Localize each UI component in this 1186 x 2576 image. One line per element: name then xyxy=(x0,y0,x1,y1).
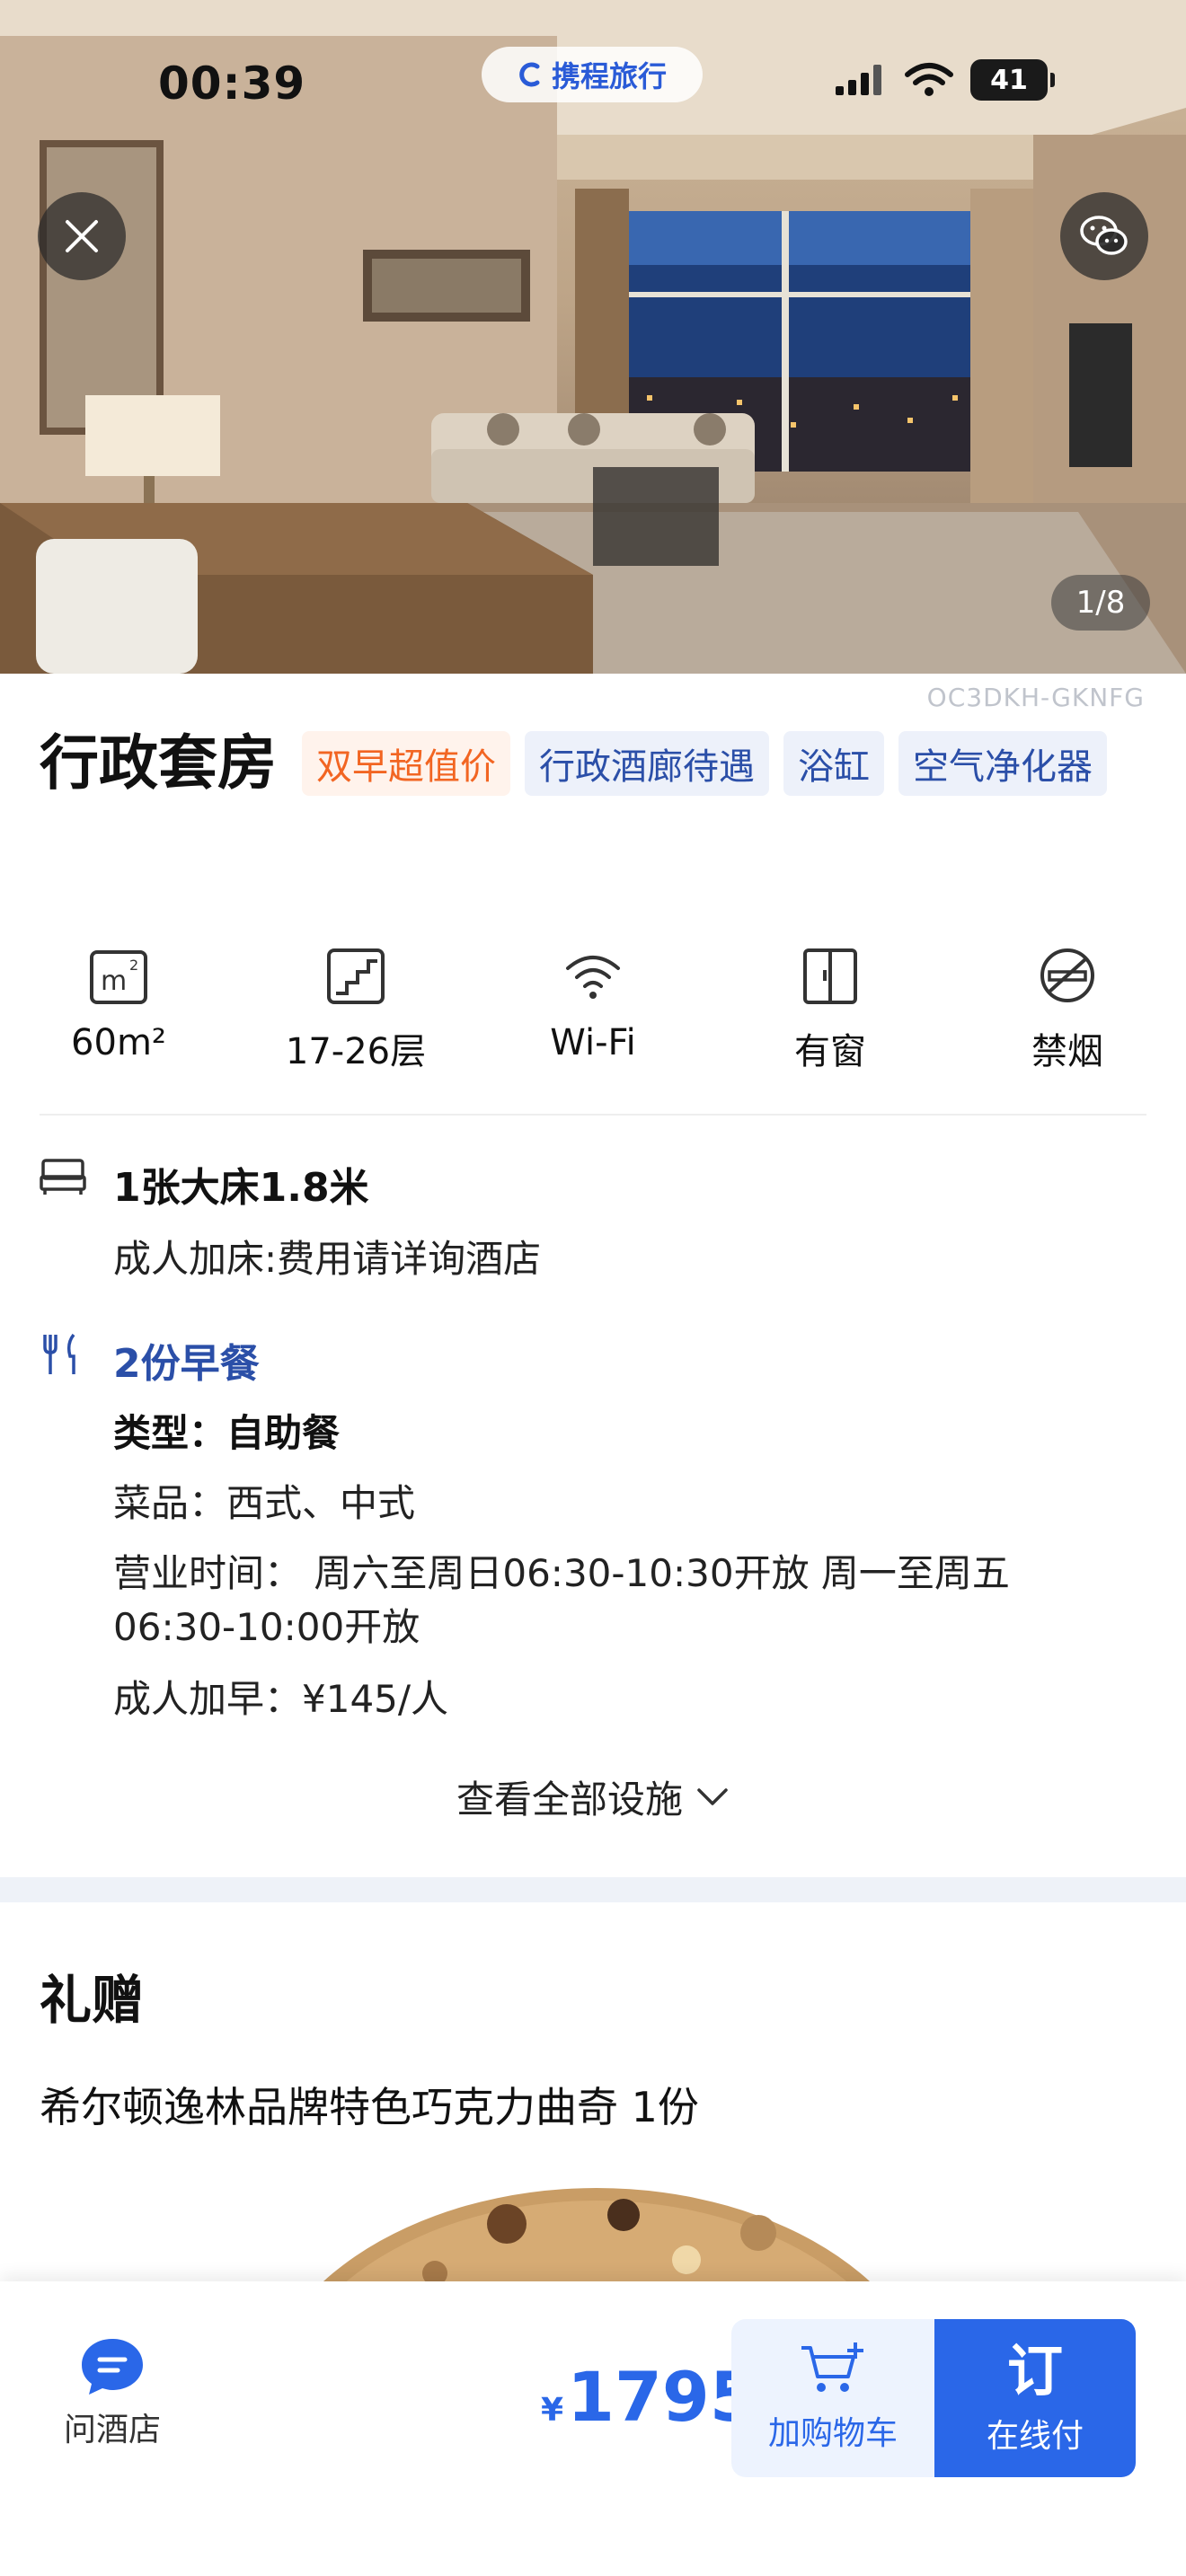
cookie-image xyxy=(308,2188,885,2296)
cutlery-icon xyxy=(43,1333,75,1374)
brand-name: 携程旅行 xyxy=(551,59,667,93)
amenity-no-smoking: 禁烟 xyxy=(949,943,1186,1074)
photo-counter: 1/8 xyxy=(1051,575,1150,631)
close-button[interactable] xyxy=(38,192,126,280)
amenity-wifi-label: Wi-Fi xyxy=(550,1022,636,1063)
svg-text:2: 2 xyxy=(129,957,138,974)
amenity-no-smoking-label: 禁烟 xyxy=(1031,1031,1103,1072)
no-smoking-icon xyxy=(1040,948,1094,1002)
status-time: 00:39 xyxy=(158,57,306,110)
gift-image xyxy=(40,2188,1146,2296)
breakfast-type: 类型：自助餐 xyxy=(113,1411,341,1455)
book-big-label: 订 xyxy=(1006,2338,1063,2404)
wechat-icon xyxy=(1080,216,1128,255)
view-all-facilities-button[interactable]: 查看全部设施 xyxy=(0,1769,1186,1824)
add-to-cart-button[interactable]: 加购物车 xyxy=(731,2319,934,2477)
amenity-wifi: Wi-Fi xyxy=(474,943,712,1074)
tag-bathtub: 浴缸 xyxy=(783,731,884,796)
extra-breakfast-price: 成人加早：¥145/人 xyxy=(113,1677,449,1721)
extra-bed-info: 成人加床:费用请详询酒店 xyxy=(113,1237,542,1281)
ask-hotel-label: 问酒店 xyxy=(63,2412,161,2448)
price-amount: 1795 xyxy=(567,2357,757,2437)
breakfast-hours-cont: 06:30-10:00开放 xyxy=(113,1605,420,1649)
close-icon xyxy=(66,220,98,252)
amenity-row: m 2 60m² 17-26层 Wi-Fi 有窗 禁烟 xyxy=(0,943,1186,1074)
ctrip-logo-icon xyxy=(519,62,540,87)
room-photo[interactable]: 00:39 携程旅行 41 1/8 xyxy=(0,0,1186,674)
amenity-window: 有窗 xyxy=(712,943,949,1074)
gift-item: 希尔顿逸林品牌特色巧克力曲奇 1份 xyxy=(40,2083,699,2131)
add-to-cart-label: 加购物车 xyxy=(767,2415,898,2452)
room-code: OC3DKH-GKNFG xyxy=(926,683,1145,712)
chevron-down-icon xyxy=(697,1787,728,1805)
room-title: 行政套房 xyxy=(40,728,277,798)
wifi-icon xyxy=(566,956,620,999)
breakfast-title: 2份早餐 xyxy=(113,1341,260,1387)
brand-badge: 携程旅行 xyxy=(482,47,703,102)
price-display: ¥ 1795 xyxy=(541,2357,757,2437)
price-currency: ¥ xyxy=(541,2392,564,2429)
battery-indicator: 41 xyxy=(970,59,1055,101)
bed-title: 1张大床1.8米 xyxy=(113,1165,369,1211)
chat-bubble-icon xyxy=(82,2339,143,2395)
window-icon xyxy=(803,948,857,1004)
tag-lounge: 行政酒廊待遇 xyxy=(525,731,769,796)
gift-heading: 礼赠 xyxy=(40,1970,145,2031)
wechat-share-button[interactable] xyxy=(1060,192,1148,280)
bed-icon xyxy=(40,1159,86,1195)
svg-text:m: m xyxy=(101,966,127,997)
section-gap xyxy=(0,1877,1186,1902)
amenity-area: m 2 60m² xyxy=(0,943,237,1074)
amenity-floor-label: 17-26层 xyxy=(285,1031,427,1072)
amenity-area-label: 60m² xyxy=(71,1022,166,1063)
cellular-signal-icon xyxy=(836,65,881,95)
tag-breakfast-deal: 双早超值价 xyxy=(302,731,510,796)
stairs-icon xyxy=(327,948,385,1004)
view-all-label: 查看全部设施 xyxy=(456,1778,683,1822)
cart-plus-icon xyxy=(801,2342,863,2392)
book-now-button[interactable]: 订 在线付 xyxy=(934,2319,1136,2477)
ask-hotel-button[interactable]: 问酒店 xyxy=(54,2335,171,2450)
status-icons: 41 xyxy=(836,59,1055,101)
amenity-window-label: 有窗 xyxy=(794,1031,866,1072)
tag-air-purifier: 空气净化器 xyxy=(898,731,1107,796)
amenity-floor: 17-26层 xyxy=(237,943,474,1074)
section-divider xyxy=(40,1114,1146,1116)
bottom-action-bar: 问酒店 ¥ 1795 加购物车 订 在线付 xyxy=(0,2281,1186,2576)
breakfast-dishes: 菜品：西式、中式 xyxy=(113,1481,416,1525)
room-title-row: 行政套房 双早超值价 行政酒廊待遇 浴缸 空气净化器 xyxy=(40,728,1154,799)
area-icon: m 2 xyxy=(90,950,147,1004)
book-pay-online-label: 在线付 xyxy=(986,2418,1084,2455)
breakfast-hours: 营业时间： 周六至周日06:30-10:30开放 周一至周五 xyxy=(113,1551,1010,1595)
wifi-status-icon xyxy=(905,63,953,96)
